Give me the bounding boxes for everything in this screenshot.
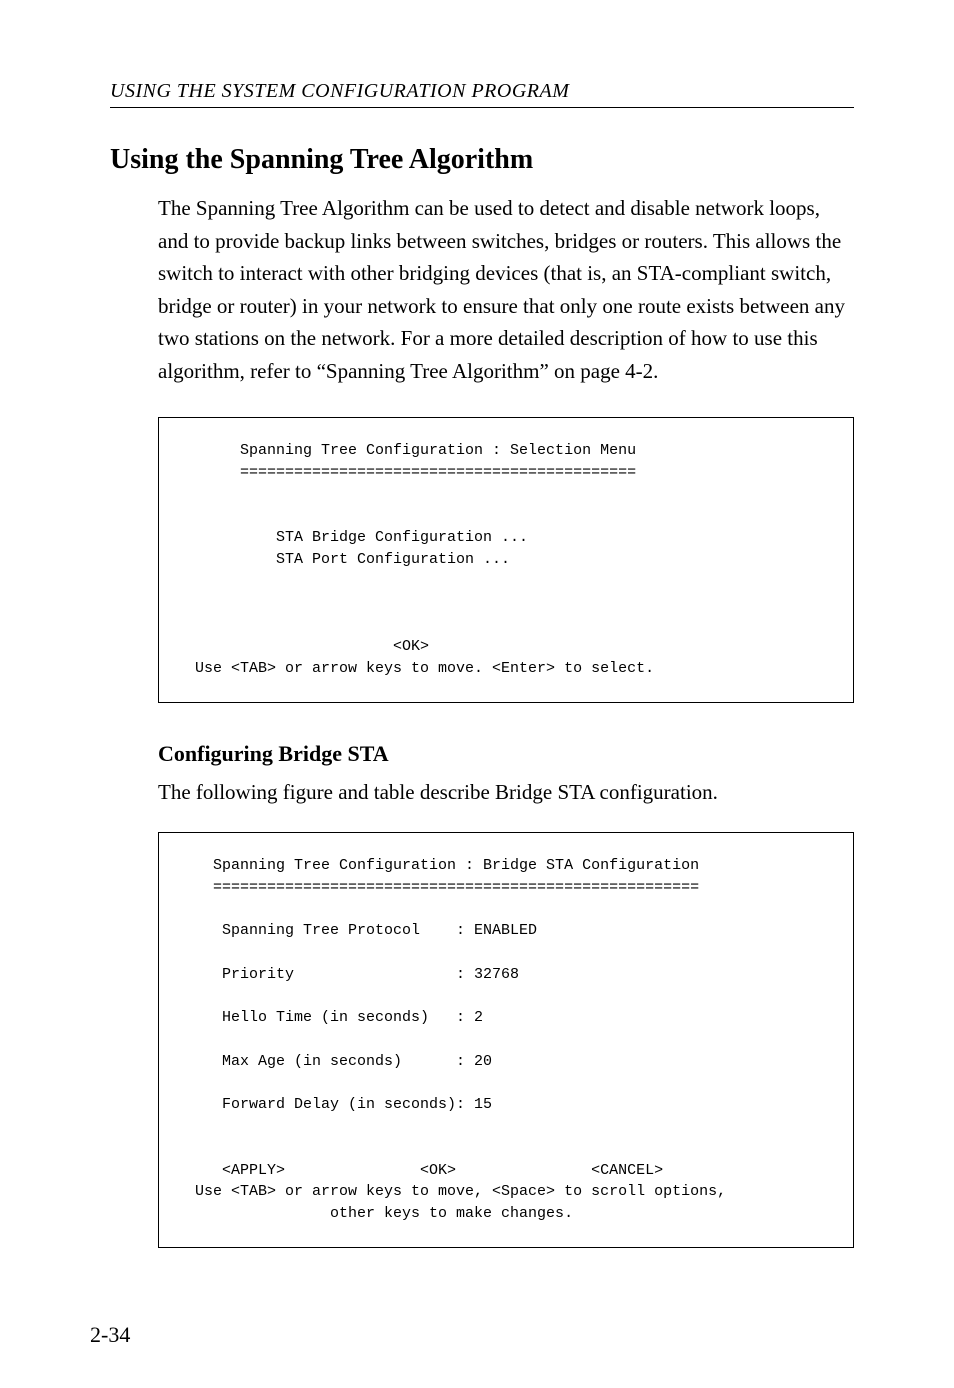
- section-body-text: The Spanning Tree Algorithm can be used …: [158, 192, 854, 387]
- terminal-bridge-sta-config: Spanning Tree Configuration : Bridge STA…: [158, 832, 854, 1248]
- subsection-title: Configuring Bridge STA: [158, 741, 854, 767]
- subsection-body-text: The following figure and table describe …: [158, 777, 854, 809]
- terminal-selection-menu: Spanning Tree Configuration : Selection …: [158, 417, 854, 702]
- running-head: USING THE SYSTEM CONFIGURATION PROGRAM: [110, 80, 854, 103]
- page-container: USING THE SYSTEM CONFIGURATION PROGRAM U…: [0, 0, 954, 1388]
- section-title: Using the Spanning Tree Algorithm: [110, 144, 854, 176]
- page-number: 2-34: [90, 1322, 130, 1348]
- header-rule: [110, 107, 854, 108]
